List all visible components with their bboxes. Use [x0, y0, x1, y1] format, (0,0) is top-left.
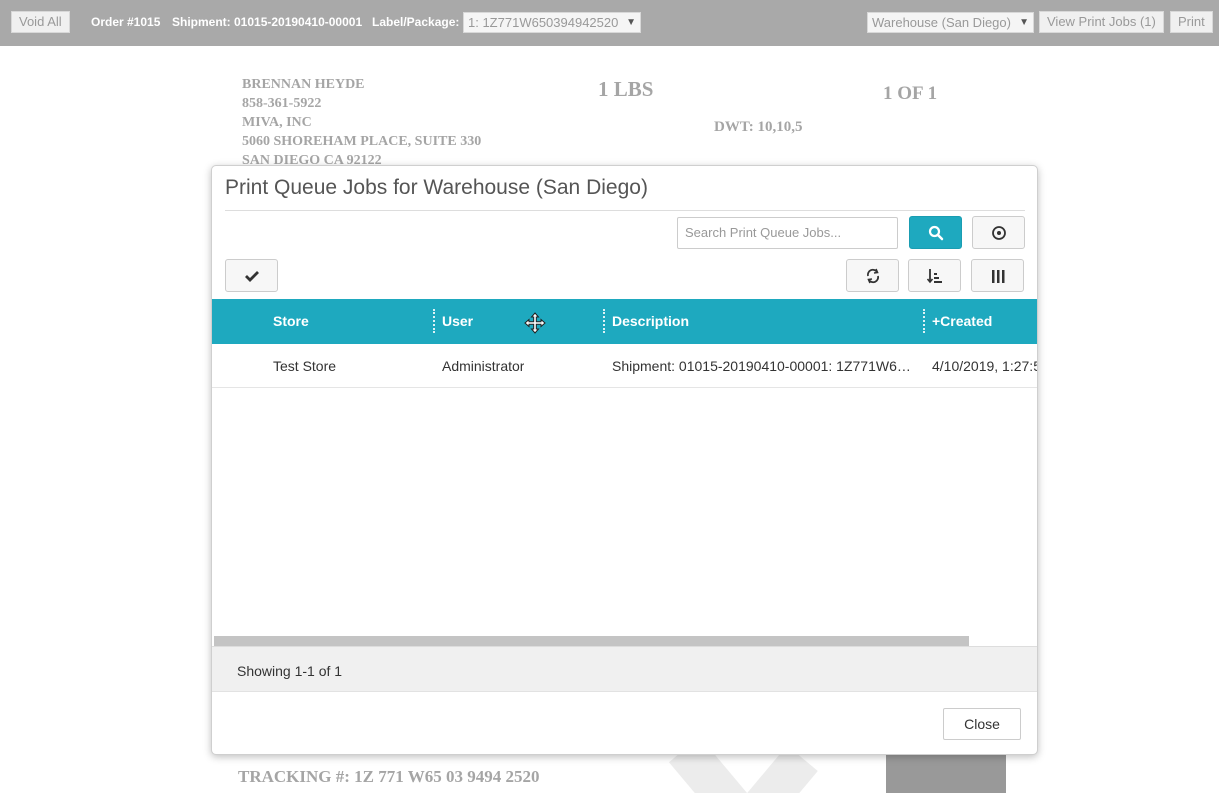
- package-count: 1 OF 1: [883, 83, 938, 104]
- column-header-created[interactable]: +Created: [932, 313, 992, 329]
- tracking-number: TRACKING #: 1Z 771 W65 03 9494 2520: [238, 767, 540, 786]
- print-button[interactable]: Print: [1170, 11, 1213, 33]
- column-resize-handle[interactable]: [433, 309, 435, 333]
- barcode-area: [886, 755, 1006, 793]
- pagination-bar: Showing 1-1 of 1: [212, 646, 1037, 692]
- address-line: 858-361-5922: [242, 96, 322, 111]
- cell-user: Administrator: [442, 358, 525, 374]
- label-package-label: Label/Package:: [372, 15, 460, 29]
- sort-icon: [926, 268, 942, 283]
- view-print-jobs-button[interactable]: View Print Jobs (1): [1039, 11, 1164, 33]
- column-resize-handle[interactable]: [923, 309, 925, 333]
- chevron-down-icon: ▼: [1019, 17, 1029, 28]
- column-header-description[interactable]: Description: [612, 313, 689, 329]
- address-line: BRENNAN HEYDE: [242, 77, 365, 92]
- clear-search-button[interactable]: [972, 216, 1025, 249]
- label-package-select[interactable]: 1: 1Z771W650394942520 ▼: [463, 12, 641, 33]
- order-number: Order #1015: [91, 15, 161, 29]
- pagination-summary: Showing 1-1 of 1: [237, 663, 343, 679]
- warehouse-select[interactable]: Warehouse (San Diego) ▼: [867, 12, 1034, 33]
- horizontal-scrollbar[interactable]: [214, 636, 969, 646]
- search-icon: [928, 225, 943, 240]
- cell-created: 4/10/2019, 1:27:5: [932, 358, 1038, 374]
- chevron-down-icon: ▼: [626, 17, 636, 28]
- column-resize-handle[interactable]: [603, 309, 605, 333]
- cell-store: Test Store: [273, 358, 337, 374]
- address-line: 5060 SHOREHAM PLACE, SUITE 330: [242, 134, 482, 149]
- clear-filter-icon: [991, 225, 1006, 240]
- package-weight: 1 LBS: [598, 77, 654, 101]
- search-button[interactable]: [909, 216, 962, 249]
- cell-description: Shipment: 01015-20190410-00001: 1Z771W6…: [612, 358, 911, 374]
- print-queue-modal: Print Queue Jobs for Warehouse (San Dieg…: [211, 165, 1038, 755]
- columns-icon: [991, 269, 1004, 283]
- columns-button[interactable]: [971, 259, 1024, 292]
- column-header-user[interactable]: User: [442, 313, 473, 329]
- title-divider: [225, 210, 1025, 211]
- refresh-button[interactable]: [846, 259, 899, 292]
- column-header-store[interactable]: Store: [273, 313, 309, 329]
- table-row[interactable]: Test Store Administrator Shipment: 01015…: [212, 344, 1038, 388]
- select-all-button[interactable]: [225, 259, 278, 292]
- top-toolbar: Void All Order #1015 Shipment: 01015-201…: [0, 0, 1219, 46]
- move-cursor-icon: [524, 312, 546, 334]
- modal-title: Print Queue Jobs for Warehouse (San Dieg…: [225, 176, 648, 199]
- address-line: MIVA, INC: [242, 115, 312, 130]
- table-header: Store User Description +Created: [212, 299, 1037, 344]
- sort-button[interactable]: [908, 259, 961, 292]
- recipient-address: BRENNAN HEYDE 858-361-5922 MIVA, INC 506…: [242, 75, 481, 170]
- close-button[interactable]: Close: [943, 708, 1021, 740]
- search-input[interactable]: Search Print Queue Jobs...: [677, 217, 898, 249]
- label-package-value: 1: 1Z771W650394942520: [468, 15, 619, 30]
- shipment-id: Shipment: 01015-20190410-00001: [172, 15, 363, 29]
- refresh-icon: [866, 268, 879, 283]
- warehouse-value: Warehouse (San Diego): [872, 15, 1011, 30]
- checkmark-icon: [244, 270, 259, 282]
- dimensional-weight: DWT: 10,10,5: [714, 119, 803, 135]
- void-all-button[interactable]: Void All: [11, 11, 70, 33]
